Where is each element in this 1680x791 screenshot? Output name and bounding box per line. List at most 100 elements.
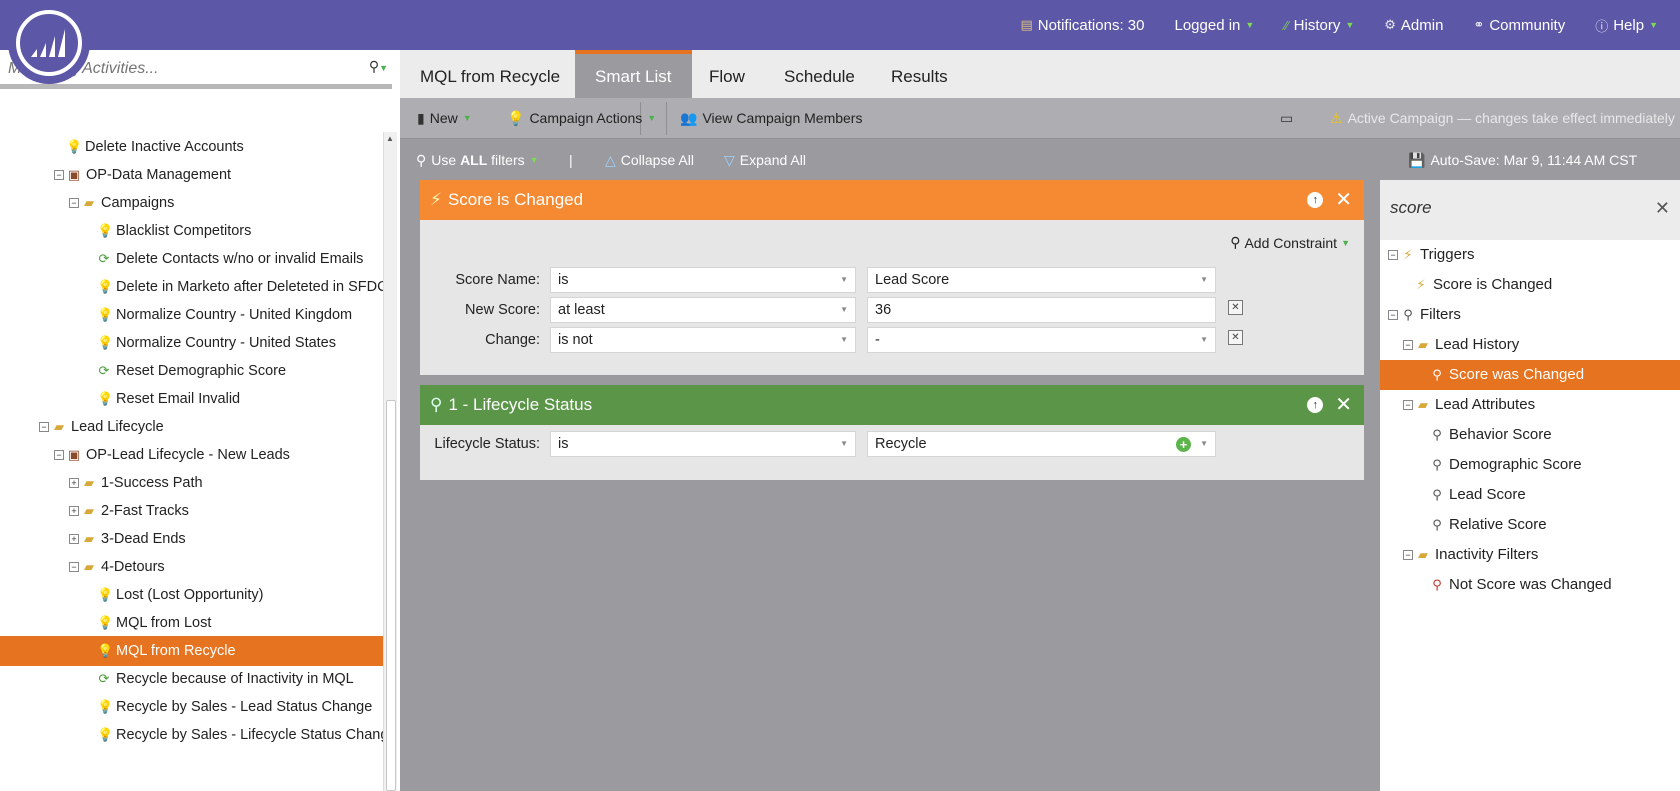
admin-link[interactable]: ⚙ Admin: [1384, 17, 1443, 34]
filter-icon: ⚲: [1432, 487, 1442, 502]
collapse-icon[interactable]: −: [1403, 550, 1413, 560]
tree-item[interactable]: 💡 Normalize Country - United Kingdom: [0, 300, 383, 330]
right-tree-item[interactable]: − ⚡ Triggers: [1380, 240, 1680, 270]
tree-item-selected[interactable]: 💡 MQL from Recycle: [0, 636, 383, 666]
right-tree-item[interactable]: ⚲ Lead Score: [1380, 480, 1680, 510]
scroll-up-icon[interactable]: ▲: [386, 134, 394, 143]
tree-item[interactable]: − ▰ Lead Lifecycle: [0, 412, 383, 442]
use-all-filters-menu[interactable]: ⚲ Use ALL filters ▼: [416, 140, 539, 180]
tree-item[interactable]: ⟳ Reset Demographic Score: [0, 356, 383, 386]
tab-flow[interactable]: Flow: [689, 50, 765, 98]
tree-item[interactable]: 💡 Recycle by Sales - Lifecycle Status Cha…: [0, 720, 383, 750]
window-icon[interactable]: ▭: [1280, 98, 1293, 139]
new-score-operator-select[interactable]: at least ▼: [550, 297, 856, 323]
notifications-link[interactable]: ▤ Notifications: 30: [1020, 17, 1144, 34]
change-operator-select[interactable]: is not ▼: [550, 327, 856, 353]
right-tree-item-selected[interactable]: ⚲ Score was Changed: [1380, 360, 1680, 390]
collapse-icon[interactable]: −: [1403, 340, 1413, 350]
add-constraint-button[interactable]: ⚲ Add Constraint ▼: [1230, 234, 1350, 251]
tree-item[interactable]: 💡 Blacklist Competitors: [0, 216, 383, 246]
tree-item[interactable]: − ▣ OP-Lead Lifecycle - New Leads: [0, 440, 383, 470]
tree-item[interactable]: + ▰ 2-Fast Tracks: [0, 496, 383, 526]
right-tree-item[interactable]: − ⚲ Filters: [1380, 300, 1680, 330]
tree-item[interactable]: 💡 Lost (Lost Opportunity): [0, 580, 383, 610]
remove-card-icon[interactable]: ✕: [1335, 180, 1352, 220]
new-score-value-input[interactable]: 36: [867, 297, 1216, 323]
filter-icon: ⚲: [1432, 517, 1442, 532]
filter-menu-icon[interactable]: ⚲▼: [369, 58, 388, 75]
lifecycle-status-operator-select[interactable]: is ▼: [550, 431, 856, 457]
right-tree-item[interactable]: ⚲ Demographic Score: [1380, 450, 1680, 480]
campaign-actions-button[interactable]: 💡 Campaign Actions ▼: [507, 98, 656, 139]
collapse-all-button[interactable]: △ Collapse All: [605, 140, 694, 180]
collapse-icon[interactable]: −: [54, 450, 64, 460]
tree-item[interactable]: ⟳ Delete Contacts w/no or invalid Emails: [0, 244, 383, 274]
collapse-icon[interactable]: −: [1403, 400, 1413, 410]
tree-scrollbar[interactable]: ▲: [383, 132, 397, 791]
community-link[interactable]: ⚭ Community: [1473, 17, 1565, 34]
right-tree-item[interactable]: − ▰ Lead Attributes: [1380, 390, 1680, 420]
expand-icon[interactable]: +: [69, 478, 79, 488]
collapse-icon[interactable]: −: [54, 170, 64, 180]
tree-item[interactable]: + ▰ 1-Success Path: [0, 468, 383, 498]
move-up-icon[interactable]: ↑: [1307, 192, 1324, 208]
tree-item[interactable]: 💡 Reset Email Invalid: [0, 384, 383, 414]
chevron-down-icon: ▼: [1200, 275, 1208, 284]
new-button[interactable]: ▮ New ▼: [417, 98, 472, 139]
tab-schedule[interactable]: Schedule: [764, 50, 875, 98]
tree-item[interactable]: 💡 Recycle by Sales - Lead Status Change: [0, 692, 383, 722]
collapse-icon[interactable]: −: [1388, 310, 1398, 320]
tab-program-name[interactable]: MQL from Recycle: [400, 50, 580, 98]
tree-item[interactable]: + ▰ 3-Dead Ends: [0, 524, 383, 554]
remove-card-icon[interactable]: ✕: [1335, 385, 1352, 425]
marketo-logo[interactable]: [8, 2, 90, 84]
chevron-down-icon: ▼: [1649, 20, 1658, 30]
expand-all-button[interactable]: ▽ Expand All: [724, 140, 806, 180]
autosave-status: 💾 Auto-Save: Mar 9, 11:44 AM CST: [1408, 140, 1637, 180]
filter-bar-divider: |: [569, 152, 573, 168]
delete-constraint-icon[interactable]: ✕: [1228, 300, 1243, 315]
delete-constraint-icon[interactable]: ✕: [1228, 330, 1243, 345]
tree-item[interactable]: ⟳ Recycle because of Inactivity in MQL: [0, 664, 383, 694]
lifecycle-status-value-select[interactable]: Recycle + ▼: [867, 431, 1216, 457]
logged-in-menu[interactable]: Logged in ▼: [1174, 17, 1254, 34]
right-tree-item[interactable]: − ▰ Inactivity Filters: [1380, 540, 1680, 570]
tree-item[interactable]: 💡 Delete in Marketo after Deleteted in SF…: [0, 272, 383, 302]
add-value-icon[interactable]: +: [1176, 437, 1191, 452]
collapse-icon[interactable]: −: [1388, 250, 1398, 260]
right-tree-item[interactable]: ⚲ Relative Score: [1380, 510, 1680, 540]
filter-icon: ⚲: [1432, 367, 1442, 382]
right-tree-item[interactable]: − ▰ Lead History: [1380, 330, 1680, 360]
scroll-thumb[interactable]: [386, 400, 396, 791]
right-tree-item[interactable]: ⚡ Score is Changed: [1380, 270, 1680, 300]
move-up-icon[interactable]: ↑: [1307, 397, 1324, 413]
right-tree-item[interactable]: ⚲ Not Score was Changed: [1380, 570, 1680, 600]
tree-item[interactable]: − ▰ 4-Detours: [0, 552, 383, 582]
tab-smart-list[interactable]: Smart List: [575, 50, 692, 98]
right-tree-item[interactable]: ⚲ Behavior Score: [1380, 420, 1680, 450]
tree-item[interactable]: 💡 MQL from Lost: [0, 608, 383, 638]
change-value-select[interactable]: - ▼: [867, 327, 1216, 353]
score-name-operator-select[interactable]: is ▼: [550, 267, 856, 293]
card-header-buttons: ↑ ✕: [1307, 385, 1352, 425]
close-icon[interactable]: ✕: [1655, 198, 1670, 219]
folder-icon: ▰: [1418, 337, 1428, 352]
filter-search-input[interactable]: score: [1390, 198, 1432, 218]
collapse-icon[interactable]: −: [69, 198, 79, 208]
history-menu[interactable]: ⁄⁄ History ▼: [1284, 17, 1354, 34]
tab-results[interactable]: Results: [871, 50, 968, 98]
collapse-icon[interactable]: −: [69, 562, 79, 572]
score-name-value-select[interactable]: Lead Score ▼: [867, 267, 1216, 293]
tree-item[interactable]: 💡 Delete Inactive Accounts: [0, 132, 383, 162]
expand-icon[interactable]: +: [69, 506, 79, 516]
tree-item[interactable]: − ▣ OP-Data Management: [0, 160, 383, 190]
expand-icon[interactable]: +: [69, 534, 79, 544]
help-menu[interactable]: ⓘ Help ▼: [1595, 16, 1658, 35]
tree-item[interactable]: − ▰ Campaigns: [0, 188, 383, 218]
view-campaign-members-button[interactable]: 👥 View Campaign Members: [680, 98, 862, 139]
collapse-icon[interactable]: −: [39, 422, 49, 432]
filter-bar: ⚲ Use ALL filters ▼ | △ Collapse All ▽ E…: [400, 140, 1680, 180]
trigger-card-header: ⚡ Score is Changed ↑ ✕: [420, 180, 1364, 220]
program-icon: ▣: [67, 167, 81, 182]
tree-item[interactable]: 💡 Normalize Country - United States: [0, 328, 383, 358]
